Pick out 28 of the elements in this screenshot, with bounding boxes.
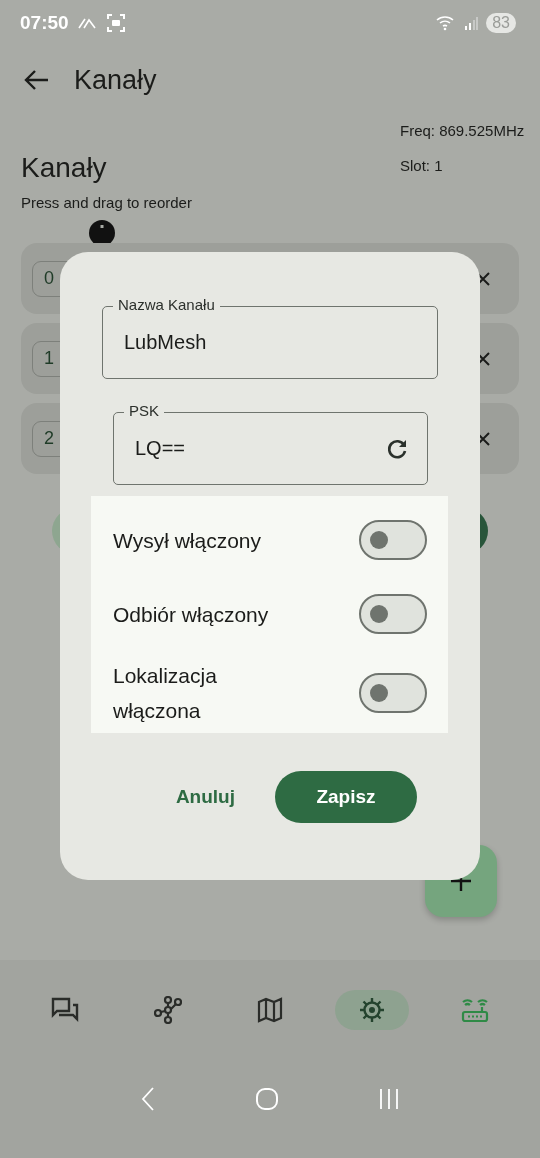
back-icon[interactable] bbox=[24, 69, 50, 91]
settings-icon bbox=[358, 996, 387, 1024]
toggle-switch[interactable] bbox=[359, 520, 427, 560]
router-icon bbox=[460, 997, 489, 1023]
activity-icon bbox=[76, 16, 99, 30]
screenshot-icon bbox=[106, 14, 125, 32]
nav-item[interactable] bbox=[335, 990, 410, 1030]
save-button[interactable]: Zapisz bbox=[275, 771, 417, 823]
battery-level: 83 bbox=[486, 13, 516, 33]
network-icon bbox=[153, 996, 182, 1024]
toggle-label: Lokalizacja włączona bbox=[113, 663, 218, 724]
reorder-hint: Press and drag to reorder bbox=[20, 194, 193, 211]
field-value: LubMesh bbox=[124, 331, 207, 354]
signal-icon bbox=[464, 16, 479, 30]
section-title: Kanały bbox=[21, 152, 107, 184]
slot-label: Slot: 1 bbox=[400, 157, 444, 174]
chat-icon bbox=[51, 997, 80, 1023]
status-time: 07:50 bbox=[20, 12, 69, 34]
map-icon bbox=[256, 997, 283, 1023]
cancel-button[interactable]: Anuluj bbox=[155, 774, 255, 820]
toggle-switch[interactable] bbox=[359, 673, 427, 713]
toggle-label: Odbiór włączony bbox=[113, 601, 270, 628]
screen-title: Kanały bbox=[74, 64, 157, 96]
frequency-label: Freq: 869.525MHz bbox=[400, 122, 526, 139]
field-label: Nazwa Kanału bbox=[113, 296, 220, 313]
toggle-switch[interactable] bbox=[359, 594, 427, 634]
field-value: LQ== bbox=[135, 437, 186, 460]
toggle-label: Wysył włączony bbox=[113, 527, 262, 554]
